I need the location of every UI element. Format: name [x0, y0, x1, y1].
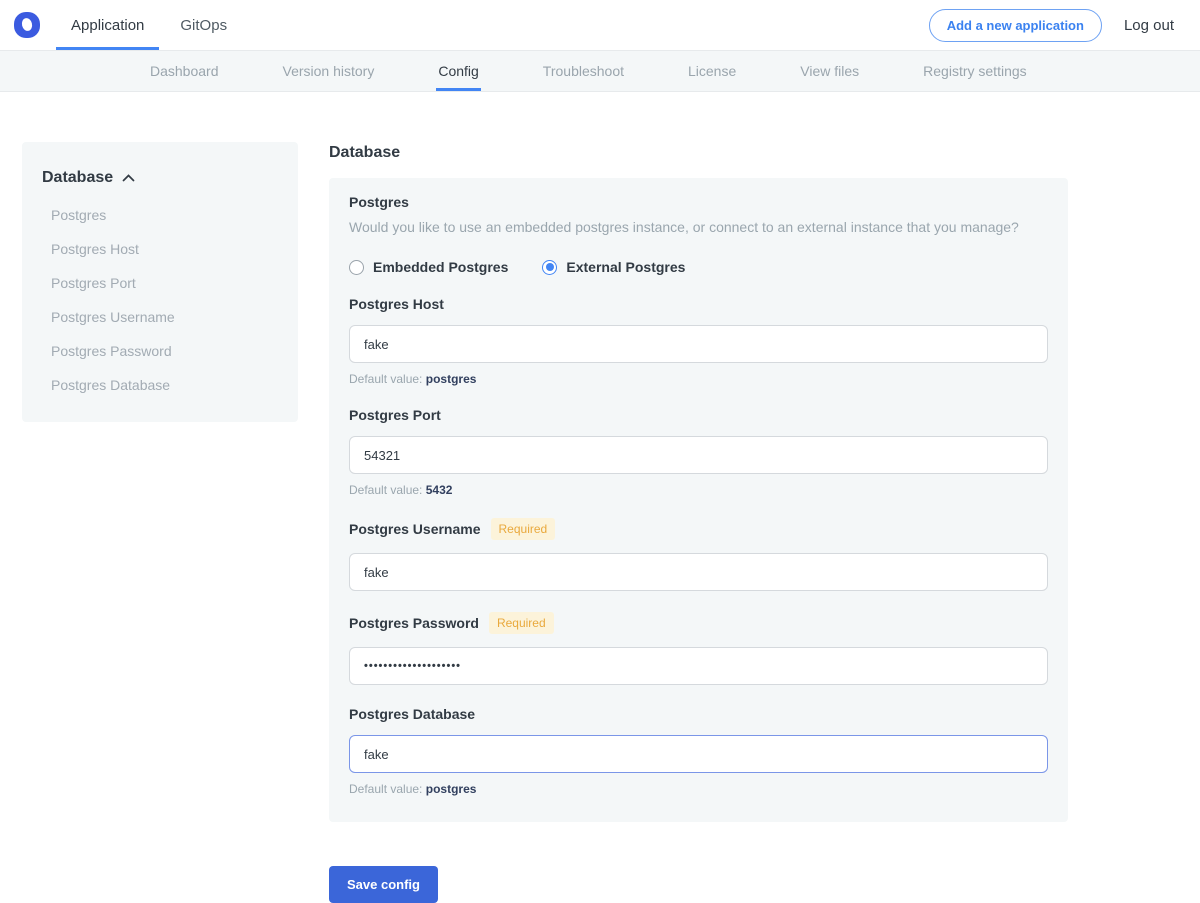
- radio-checked-icon[interactable]: [542, 260, 557, 275]
- config-sidebar: Database Postgres Postgres Host Postgres…: [22, 142, 298, 422]
- radio-external-postgres-label: External Postgres: [566, 259, 685, 275]
- radio-dot: [546, 263, 554, 271]
- subnav-version-history-label: Version history: [283, 63, 375, 79]
- subnav-dashboard[interactable]: Dashboard: [148, 51, 221, 91]
- subnav-registry-settings[interactable]: Registry settings: [921, 51, 1028, 91]
- config-main: Database Postgres Would you like to use …: [329, 142, 1068, 903]
- field-postgres-port-label-row: Postgres Port: [349, 407, 1048, 423]
- radio-unchecked-icon[interactable]: [349, 260, 364, 275]
- app-subnav: Dashboard Version history Config Trouble…: [0, 50, 1200, 92]
- sidebar-group-database-label: Database: [42, 169, 113, 187]
- subnav-registry-settings-label: Registry settings: [923, 63, 1026, 79]
- required-badge: Required: [491, 518, 556, 540]
- required-badge: Required: [489, 612, 554, 634]
- field-postgres-port: Postgres Port Default value: 5432: [349, 407, 1048, 497]
- subnav-troubleshoot-label: Troubleshoot: [543, 63, 624, 79]
- subnav-version-history[interactable]: Version history: [281, 51, 377, 91]
- field-postgres-host: Postgres Host Default value: postgres: [349, 296, 1048, 386]
- app-logo-icon[interactable]: [14, 12, 40, 38]
- postgres-port-default-row: Default value: 5432: [349, 483, 1048, 497]
- field-postgres-username-label: Postgres Username: [349, 521, 481, 537]
- postgres-port-default-value: 5432: [426, 483, 453, 497]
- sidebar-group-database[interactable]: Database: [42, 169, 278, 187]
- field-postgres-database-label-row: Postgres Database: [349, 706, 1048, 722]
- top-nav: Application GitOps Add a new application…: [0, 0, 1200, 50]
- radio-external-postgres[interactable]: External Postgres: [542, 259, 685, 275]
- subnav-license[interactable]: License: [686, 51, 738, 91]
- postgres-host-default-row: Default value: postgres: [349, 372, 1048, 386]
- field-postgres-host-label: Postgres Host: [349, 296, 444, 312]
- sidebar-item-postgres[interactable]: Postgres: [51, 198, 278, 232]
- subnav-view-files-label: View files: [800, 63, 859, 79]
- tab-gitops-label: GitOps: [180, 17, 227, 34]
- postgres-host-default-value: postgres: [426, 372, 477, 386]
- config-content: Database Postgres Postgres Host Postgres…: [0, 92, 1200, 903]
- subnav-dashboard-label: Dashboard: [150, 63, 219, 79]
- default-label: Default value:: [349, 782, 422, 796]
- radio-embedded-postgres[interactable]: Embedded Postgres: [349, 259, 508, 275]
- field-postgres-password: Postgres Password Required: [349, 612, 1048, 685]
- subnav-view-files[interactable]: View files: [798, 51, 861, 91]
- top-tabs: Application GitOps: [56, 0, 248, 50]
- app-logo-hole: [21, 17, 34, 32]
- postgres-username-input[interactable]: [349, 553, 1048, 591]
- field-postgres-username: Postgres Username Required: [349, 518, 1048, 591]
- save-config-button[interactable]: Save config: [329, 866, 438, 903]
- subnav-config[interactable]: Config: [436, 51, 480, 91]
- postgres-database-default-row: Default value: postgres: [349, 782, 1048, 796]
- field-postgres-database: Postgres Database Default value: postgre…: [349, 706, 1048, 796]
- postgres-group-label: Postgres: [349, 194, 1048, 210]
- radio-embedded-postgres-label: Embedded Postgres: [373, 259, 508, 275]
- chevron-up-icon: [122, 174, 135, 182]
- field-postgres-password-label-row: Postgres Password Required: [349, 612, 1048, 634]
- postgres-database-default-value: postgres: [426, 782, 477, 796]
- subnav-license-label: License: [688, 63, 736, 79]
- tab-gitops[interactable]: GitOps: [165, 0, 242, 50]
- page-title: Database: [329, 144, 1068, 162]
- default-label: Default value:: [349, 483, 422, 497]
- field-postgres-port-label: Postgres Port: [349, 407, 441, 423]
- field-postgres-host-label-row: Postgres Host: [349, 296, 1048, 312]
- database-config-panel: Postgres Would you like to use an embedd…: [329, 178, 1068, 822]
- postgres-radio-group: Embedded Postgres External Postgres: [349, 259, 1048, 275]
- field-postgres-password-label: Postgres Password: [349, 615, 479, 631]
- sidebar-item-postgres-password[interactable]: Postgres Password: [51, 334, 278, 368]
- postgres-port-input[interactable]: [349, 436, 1048, 474]
- postgres-help-text: Would you like to use an embedded postgr…: [349, 219, 1048, 235]
- add-new-application-button[interactable]: Add a new application: [929, 9, 1102, 42]
- tab-application-label: Application: [71, 17, 144, 34]
- sidebar-items: Postgres Postgres Host Postgres Port Pos…: [42, 198, 278, 402]
- postgres-host-input[interactable]: [349, 325, 1048, 363]
- logo-wrap: [10, 0, 56, 50]
- subnav-config-label: Config: [438, 63, 478, 79]
- sidebar-item-postgres-host[interactable]: Postgres Host: [51, 232, 278, 266]
- subnav-troubleshoot[interactable]: Troubleshoot: [541, 51, 626, 91]
- sidebar-item-postgres-port[interactable]: Postgres Port: [51, 266, 278, 300]
- default-label: Default value:: [349, 372, 422, 386]
- field-postgres-database-label: Postgres Database: [349, 706, 475, 722]
- postgres-password-input[interactable]: [349, 647, 1048, 685]
- postgres-database-input[interactable]: [349, 735, 1048, 773]
- field-postgres-username-label-row: Postgres Username Required: [349, 518, 1048, 540]
- tab-application[interactable]: Application: [56, 0, 159, 50]
- logout-link[interactable]: Log out: [1124, 17, 1174, 34]
- top-nav-right: Add a new application Log out: [929, 0, 1200, 50]
- sidebar-item-postgres-username[interactable]: Postgres Username: [51, 300, 278, 334]
- sidebar-item-postgres-database[interactable]: Postgres Database: [51, 368, 278, 402]
